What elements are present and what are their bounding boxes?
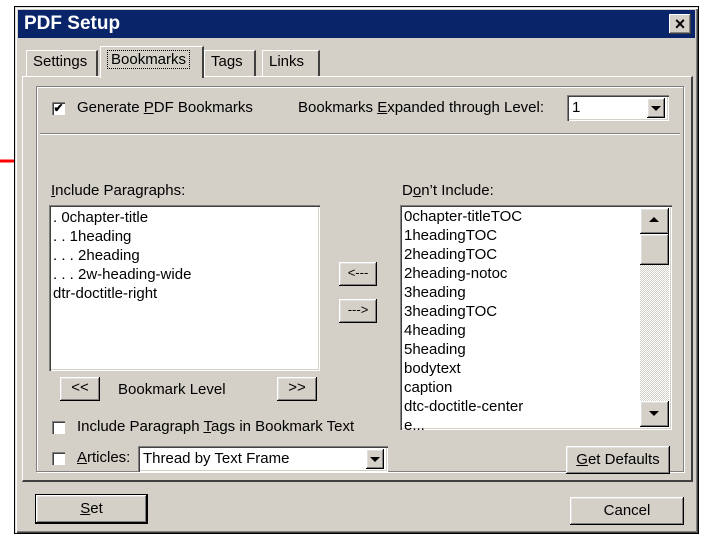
checkmark-icon: ✔: [53, 101, 64, 115]
dont-include-list[interactable]: 0chapter-titleTOC 1headingTOC 2headingTO…: [400, 205, 672, 430]
tab-settings[interactable]: Settings: [26, 50, 98, 76]
list-item[interactable]: 4heading: [402, 321, 670, 340]
list-item[interactable]: 1headingTOC: [402, 226, 670, 245]
tab-links[interactable]: Links: [262, 50, 320, 76]
set-button[interactable]: Set: [35, 494, 148, 524]
include-paragraphs-list[interactable]: . 0chapter-title . . 1heading . . . 2hea…: [49, 205, 320, 371]
articles-checkbox[interactable]: [52, 452, 65, 465]
articles-label: Articles:: [77, 449, 131, 466]
list-item[interactable]: 3headingTOC: [402, 302, 670, 321]
move-left-button[interactable]: <---: [339, 262, 377, 286]
articles-value: Thread by Text Frame: [143, 450, 290, 467]
chevron-down-icon[interactable]: [647, 98, 665, 118]
generate-bookmarks-label: Generate PDF Bookmarks: [77, 99, 253, 116]
include-tags-checkbox[interactable]: [52, 421, 65, 434]
list-item[interactable]: . . . 2heading: [51, 246, 318, 265]
bookmark-level-label: Bookmark Level: [118, 381, 226, 398]
list-item[interactable]: 3heading: [402, 283, 670, 302]
level-increase-button[interactable]: >>: [277, 377, 317, 401]
articles-select[interactable]: Thread by Text Frame: [138, 446, 388, 472]
list-item[interactable]: . . 1heading: [51, 227, 318, 246]
list-item[interactable]: bodytext: [402, 359, 670, 378]
close-icon: ×: [674, 14, 686, 34]
move-right-button[interactable]: --->: [339, 299, 377, 323]
list-item[interactable]: 5heading: [402, 340, 670, 359]
list-item[interactable]: dtr-doctitle-right: [51, 284, 318, 303]
include-paragraphs-label: Include Paragraphs:: [51, 182, 186, 199]
scroll-thumb[interactable]: [640, 234, 669, 265]
level-decrease-button[interactable]: <<: [60, 377, 100, 401]
get-defaults-button[interactable]: Get Defaults: [566, 446, 670, 474]
scroll-up-button[interactable]: [640, 208, 669, 234]
generate-bookmarks-checkbox[interactable]: ✔: [52, 102, 65, 115]
list-item[interactable]: caption: [402, 378, 670, 397]
list-item[interactable]: dtc-doctitle-center: [402, 397, 670, 416]
tab-bookmarks[interactable]: Bookmarks: [100, 46, 204, 78]
list-item[interactable]: 2headingTOC: [402, 245, 670, 264]
cancel-button[interactable]: Cancel: [570, 497, 684, 525]
chevron-down-icon[interactable]: [366, 449, 384, 469]
expanded-level-label: Bookmarks Expanded through Level:: [298, 99, 545, 116]
expanded-level-value: 1: [572, 99, 581, 116]
separator: [40, 133, 680, 135]
expanded-level-select[interactable]: 1: [567, 95, 669, 121]
scroll-down-button[interactable]: [640, 401, 669, 427]
list-item[interactable]: . . . 2w-heading-wide: [51, 265, 318, 284]
scroll-up-icon: [649, 217, 659, 222]
list-item[interactable]: 0chapter-titleTOC: [402, 207, 670, 226]
list-item[interactable]: e...: [402, 416, 670, 430]
list-item[interactable]: . 0chapter-title: [51, 208, 318, 227]
dont-include-label: Don’t Include:: [402, 182, 494, 199]
list-item[interactable]: 2heading-notoc: [402, 264, 670, 283]
window-title: PDF Setup: [24, 13, 121, 34]
scroll-down-icon: [649, 411, 659, 416]
include-tags-label: Include Paragraph Tags in Bookmark Text: [77, 418, 355, 435]
tab-tags[interactable]: Tags: [204, 50, 256, 76]
close-button[interactable]: ×: [669, 14, 691, 34]
